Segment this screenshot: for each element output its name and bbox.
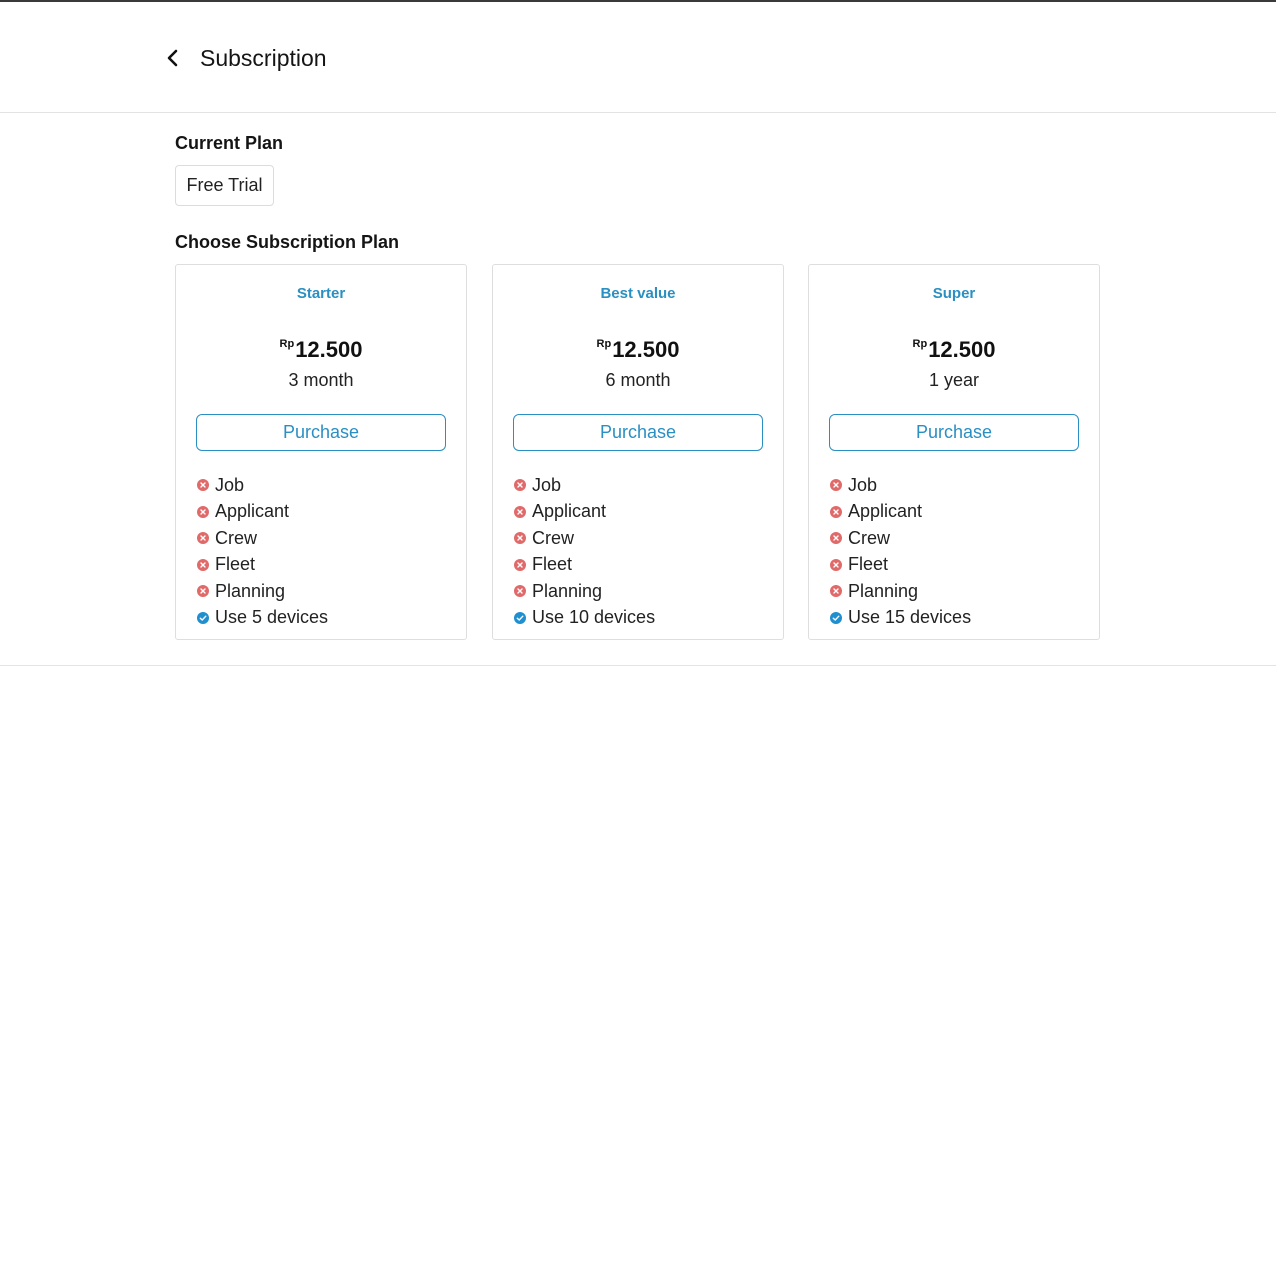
x-circle-icon [514,532,526,545]
feature-item: Job [197,472,328,499]
feature-item: Fleet [830,552,971,579]
feature-item: Use 10 devices [514,605,655,632]
x-circle-icon [514,558,526,571]
feature-list: Job Applicant Crew Fleet Planning Use 15 devi… [830,472,971,631]
plan-card-super: Super Rp12.500 1 year Purchase Job Applic… [808,264,1100,640]
feature-item: Job [830,472,971,499]
feature-item: Planning [830,578,971,605]
x-circle-icon [830,558,842,571]
feature-label: Use 15 devices [848,607,972,628]
x-circle-icon [830,479,842,492]
feature-item: Planning [197,578,328,605]
plan-name: Super [932,285,976,302]
feature-item: Use 5 devices [197,605,328,632]
plan-name: Starter [296,285,346,302]
feature-label: Job [848,474,878,495]
feature-list: Job Applicant Crew Fleet Planning Use 10 devi… [514,472,655,631]
section-divider [0,665,1276,666]
page-header: Subscription [0,2,1276,113]
plan-card-best-value: Best value Rp12.500 6 month Purchase Job… [492,264,784,640]
choose-plan-label: Choose Subscription Plan [175,232,400,252]
plan-price: Rp12.500 [176,337,466,363]
x-circle-icon [514,479,526,492]
price-value: 12.500 [612,337,680,362]
x-circle-icon [830,532,842,545]
x-circle-icon [197,505,209,518]
feature-label: Applicant [532,501,607,522]
x-circle-icon [514,505,526,518]
plan-period: 6 month [605,370,671,390]
feature-label: Applicant [848,501,923,522]
x-circle-icon [197,585,209,598]
purchase-button[interactable]: Purchase [513,414,763,451]
feature-label: Fleet [848,554,889,575]
feature-label: Fleet [215,554,256,575]
feature-label: Applicant [215,501,290,522]
x-circle-icon [197,532,209,545]
purchase-button[interactable]: Purchase [829,414,1079,451]
feature-list: Job Applicant Crew Fleet Planning Use 5 devic… [197,472,328,631]
feature-item: Crew [197,525,328,552]
page-title: Subscription [200,45,327,71]
current-plan-badge: Free Trial [175,165,274,206]
plan-period: 1 year [928,370,980,390]
feature-item: Fleet [197,552,328,579]
price-value: 12.500 [295,337,363,362]
x-circle-icon [197,558,209,571]
plan-price: Rp12.500 [493,337,783,363]
feature-item: Crew [830,525,971,552]
x-circle-icon [830,585,842,598]
x-circle-icon [830,505,842,518]
currency-label: Rp [279,338,295,350]
feature-label: Fleet [532,554,573,575]
currency-label: Rp [596,338,612,350]
feature-item: Applicant [830,499,971,526]
check-circle-icon [830,611,842,624]
current-plan-label: Current Plan [175,133,284,153]
feature-item: Use 15 devices [830,605,971,632]
plan-name: Best value [600,285,676,302]
feature-label: Use 5 devices [215,607,329,628]
feature-label: Crew [532,527,575,548]
plan-period: 3 month [288,370,354,390]
feature-label: Planning [848,580,919,601]
check-circle-icon [514,611,526,624]
feature-item: Applicant [197,499,328,526]
feature-label: Job [532,474,562,495]
feature-item: Applicant [514,499,655,526]
feature-label: Planning [532,580,603,601]
check-circle-icon [197,611,209,624]
feature-item: Fleet [514,552,655,579]
chevron-left-icon [167,49,178,67]
feature-label: Use 10 devices [532,607,656,628]
feature-label: Crew [848,527,891,548]
x-circle-icon [197,479,209,492]
plan-price: Rp12.500 [809,337,1099,363]
plan-card-starter: Starter Rp12.500 3 month Purchase Job App… [175,264,467,640]
back-button[interactable] [158,42,188,74]
feature-label: Planning [215,580,286,601]
price-value: 12.500 [928,337,996,362]
currency-label: Rp [912,338,928,350]
purchase-button[interactable]: Purchase [196,414,446,451]
feature-label: Job [215,474,245,495]
x-circle-icon [514,585,526,598]
feature-item: Job [514,472,655,499]
feature-item: Planning [514,578,655,605]
feature-label: Crew [215,527,258,548]
feature-item: Crew [514,525,655,552]
